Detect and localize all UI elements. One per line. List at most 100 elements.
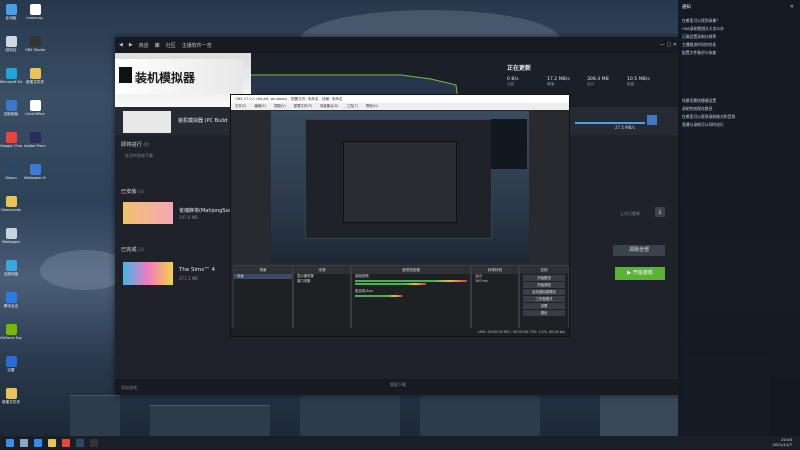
hero-logo-text: 装机模拟器 xyxy=(135,71,196,85)
desktop-icon[interactable]: 此电脑 xyxy=(0,4,22,20)
mixer-desktop-label: 桌面音频 xyxy=(355,274,369,278)
updating-title: 正在更新 xyxy=(507,65,532,72)
notification-line[interactable]: OBS录制视频太卡怎么办 xyxy=(682,26,794,31)
desktop-icon[interactable]: 控制面板 xyxy=(0,100,22,116)
download-stat: 0 B/s 当前 xyxy=(507,77,518,87)
desktop-icon[interactable]: LibreOffice xyxy=(24,100,46,116)
obs-control-button[interactable]: 开始录制 xyxy=(523,282,565,288)
notification-line[interactable]: 录制完成保存路径 xyxy=(682,106,794,111)
completed-count: (1) xyxy=(138,247,144,252)
obs-taskbar-icon[interactable] xyxy=(90,439,98,447)
controls-header: 控制 xyxy=(520,266,568,274)
nav-store[interactable]: 商店 xyxy=(139,42,149,49)
scene-item[interactable]: 场景 xyxy=(234,274,292,279)
desktop-icon[interactable]: Adobe Premiere xyxy=(24,132,46,148)
chrome-icon[interactable] xyxy=(62,439,70,447)
notification-line[interactable]: 在哪里可以找到录像？ xyxy=(682,18,794,23)
obs-preview xyxy=(271,111,529,263)
installed-section: 已安装 (1) xyxy=(121,188,144,195)
desktop-icon-label: 回收站 xyxy=(5,48,17,52)
start-icon[interactable] xyxy=(6,439,14,447)
completed-game-thumb xyxy=(123,262,173,285)
close-icon[interactable]: ✕ xyxy=(790,4,794,10)
obs-control-button[interactable]: 启动虚拟摄像机 xyxy=(523,289,565,295)
edge-icon[interactable] xyxy=(34,439,42,447)
desktop-icon[interactable]: Wallpaper Engine xyxy=(24,164,46,180)
installed-status: 上次已更新 xyxy=(620,211,640,216)
completed-game-title: The Sims™ 4 xyxy=(179,267,215,273)
completed-label: 已完成 xyxy=(121,247,137,253)
desktop-icon[interactable]: Downloads xyxy=(0,196,22,212)
installed-label: 已安装 xyxy=(121,189,137,195)
manage-downloads-button[interactable]: 管理下载 xyxy=(390,382,406,388)
obs-control-button[interactable]: 设置 xyxy=(523,303,565,309)
notification-line[interactable]: 在哪里可以更改录制格式和音频 xyxy=(682,114,794,119)
back-icon[interactable]: ◀ xyxy=(119,42,123,48)
desktop-icon-label: Steam xyxy=(5,176,17,180)
obs-control-button[interactable]: 工作室模式 xyxy=(523,296,565,302)
notification-line[interactable]: 直播与录制可以同时进行 xyxy=(682,122,794,127)
source-item[interactable]: 窗口采集 xyxy=(294,279,350,284)
notification-line[interactable]: 主播推流时如何优化 xyxy=(682,42,794,47)
nav-library[interactable]: 库 xyxy=(155,42,160,49)
obs-window: OBS 27.0.1 (64-bit, windows) - 配置文件: 未命名… xyxy=(230,94,570,337)
notification-line[interactable]: 场景切换快捷键设置 xyxy=(682,98,794,103)
app-icon xyxy=(5,36,17,47)
desktop-icon[interactable]: OBS Studio xyxy=(24,36,46,52)
desktop-icon-label: 腾讯会议 xyxy=(3,304,19,308)
desktop-icon-label: Microsoft Edge xyxy=(0,80,22,84)
queue-empty-text: 队列中没有下载 xyxy=(125,153,153,158)
pause-button[interactable] xyxy=(647,115,657,125)
app-icon xyxy=(5,196,17,207)
app-icon xyxy=(29,68,41,79)
transition-duration[interactable]: 300 ms xyxy=(472,279,518,284)
desktop-icon-label: 新建文件夹 xyxy=(26,80,44,84)
forward-icon[interactable]: ▶ xyxy=(129,42,133,48)
desktop-icon[interactable]: 新建文件夹 xyxy=(24,68,46,84)
obs-menu-item[interactable]: 工具(T) xyxy=(346,104,358,108)
obs-menu-item[interactable]: 帮助(H) xyxy=(366,104,378,108)
download-speed: 27.5 MB/s xyxy=(615,125,635,130)
desktop-icon-label: 此电脑 xyxy=(5,16,17,20)
download-stat: 308.4 MB 总计 xyxy=(587,77,609,87)
window-controls[interactable]: — ▢ ✕ xyxy=(660,42,677,48)
search-icon[interactable] xyxy=(20,439,28,447)
explorer-icon[interactable] xyxy=(48,439,56,447)
desktop-icon[interactable]: Google Chrome xyxy=(0,132,22,148)
current-game-title: 装机模拟器 (PC Build xyxy=(178,118,228,124)
desktop-icon[interactable]: 回收站 xyxy=(0,36,22,52)
taskbar-clock: 20:40 2021/11/7 xyxy=(773,437,792,447)
in-progress-count: (0) xyxy=(143,142,150,147)
desktop-icon[interactable]: 百度网盘 xyxy=(0,260,22,276)
obs-control-button[interactable]: 开始推流 xyxy=(523,275,565,281)
app-icon xyxy=(5,100,17,111)
installed-game-thumb xyxy=(123,202,173,224)
desktop-icon[interactable]: 腾讯会议 xyxy=(0,292,22,308)
obs-control-button[interactable]: 退出 xyxy=(523,310,565,316)
obs-menu-item[interactable]: 场景集合(S) xyxy=(320,104,338,108)
stat-label: 峰值 xyxy=(547,82,555,86)
add-game-button[interactable]: 添加游戏 xyxy=(121,385,137,391)
desktop-icon[interactable]: Wallpaper xyxy=(0,228,22,244)
notification-line[interactable]: 正确设置录制分辨率 xyxy=(682,34,794,39)
desktop-icon[interactable]: 新建文件夹 xyxy=(0,388,22,404)
desktop-icon-label: 新建文件夹 xyxy=(2,400,20,404)
nav-streamer[interactable]: 主播软件一览 xyxy=(182,42,212,49)
taskbar-date: 2021/11/7 xyxy=(772,442,792,447)
download-icon[interactable]: ⤓ xyxy=(655,207,665,217)
play-button[interactable]: ▶ 开始游戏 xyxy=(615,267,665,280)
obs-menu-item[interactable]: 文件(F) xyxy=(235,104,246,108)
obs-menu-item[interactable]: 编辑(E) xyxy=(254,104,266,108)
obs-menu-item[interactable]: 视图(V) xyxy=(274,104,286,108)
desktop-icon[interactable]: GeForce Experience xyxy=(0,324,22,340)
obs-menu-item[interactable]: 配置文件(P) xyxy=(294,104,312,108)
desktop-icon[interactable]: 迅雷 xyxy=(0,356,22,372)
desktop-icon[interactable]: Microsoft Edge xyxy=(0,68,22,84)
notification-line[interactable]: 配置文件备份与恢复 xyxy=(682,50,794,55)
clear-all-button[interactable]: 清除全部 xyxy=(613,245,665,256)
nav-community[interactable]: 社区 xyxy=(166,42,176,49)
steam-taskbar-icon[interactable] xyxy=(76,439,84,447)
desktop-icon-label: Wallpaper Engine xyxy=(24,176,46,180)
desktop-icon[interactable]: hamburg. xyxy=(24,4,46,20)
desktop-icon[interactable]: Steam xyxy=(0,164,22,180)
